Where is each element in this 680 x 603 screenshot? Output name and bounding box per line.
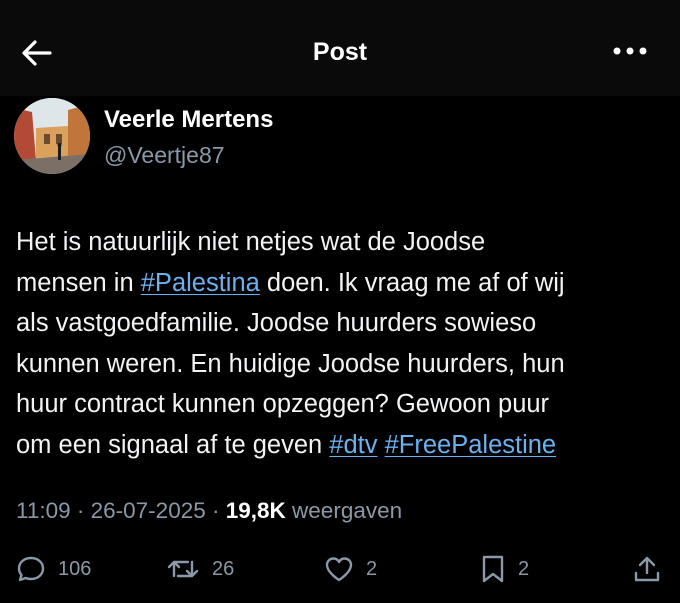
author-handle[interactable]: @Veertje87 [104, 142, 225, 169]
tweet-line: kunnen weren. En huidige Joodse huurders… [16, 349, 565, 378]
hashtag-link[interactable]: #dtv [329, 431, 377, 459]
page-title: Post [312, 38, 368, 66]
action-bar: 106 26 2 2 [0, 550, 680, 590]
tweet-line: huur contract kunnen opzeggen? Gewoon pu… [16, 390, 550, 418]
tweet-line: om een signaal af te geven #dtv #FreePal… [16, 430, 557, 459]
author-name[interactable]: Veerle Mertens [104, 106, 273, 134]
tweet-text: Het is natuurlijk niet netjes wat de Joo… [16, 222, 666, 465]
views-label: weergaven [292, 498, 403, 523]
repost-button[interactable]: 26 [166, 554, 234, 584]
repost-icon [167, 560, 199, 578]
more-options-button[interactable] [612, 44, 648, 58]
date[interactable]: 26-07-2025 [91, 498, 206, 523]
tweet-line: mensen in #Palestina doen. Ik vraag me a… [16, 268, 565, 297]
tweet-meta: 11:09 · 26-07-2025 · 19,8K weergaven [16, 498, 402, 524]
timestamp[interactable]: 11:09 [16, 498, 71, 523]
hashtag-link[interactable]: #Palestina [141, 269, 260, 297]
hashtag-link[interactable]: #FreePalestine [385, 431, 557, 459]
reply-count: 106 [58, 557, 92, 580]
profile-photo [14, 98, 90, 174]
meta-separator: · [70, 498, 91, 523]
bookmark-icon [482, 555, 504, 583]
share-icon [634, 556, 660, 582]
bookmark-button[interactable]: 2 [480, 554, 529, 584]
top-bar: Post [0, 0, 680, 96]
avatar[interactable] [14, 98, 90, 174]
reply-button[interactable]: 106 [16, 554, 91, 584]
meta-separator: · [205, 498, 226, 523]
heart-icon [325, 557, 353, 582]
like-button[interactable]: 2 [324, 554, 377, 584]
repost-count: 26 [212, 557, 235, 580]
tweet-line: Het is natuurlijk niet netjes wat de Joo… [16, 228, 486, 256]
bookmark-count: 2 [518, 557, 530, 580]
views-count: 19,8K [225, 498, 286, 523]
like-count: 2 [366, 557, 378, 580]
more-horizontal-icon [613, 47, 647, 55]
tweet-line: als vastgoedfamilie. Joodse huurders sow… [16, 309, 537, 337]
reply-icon [17, 556, 45, 582]
share-button[interactable] [632, 554, 662, 584]
